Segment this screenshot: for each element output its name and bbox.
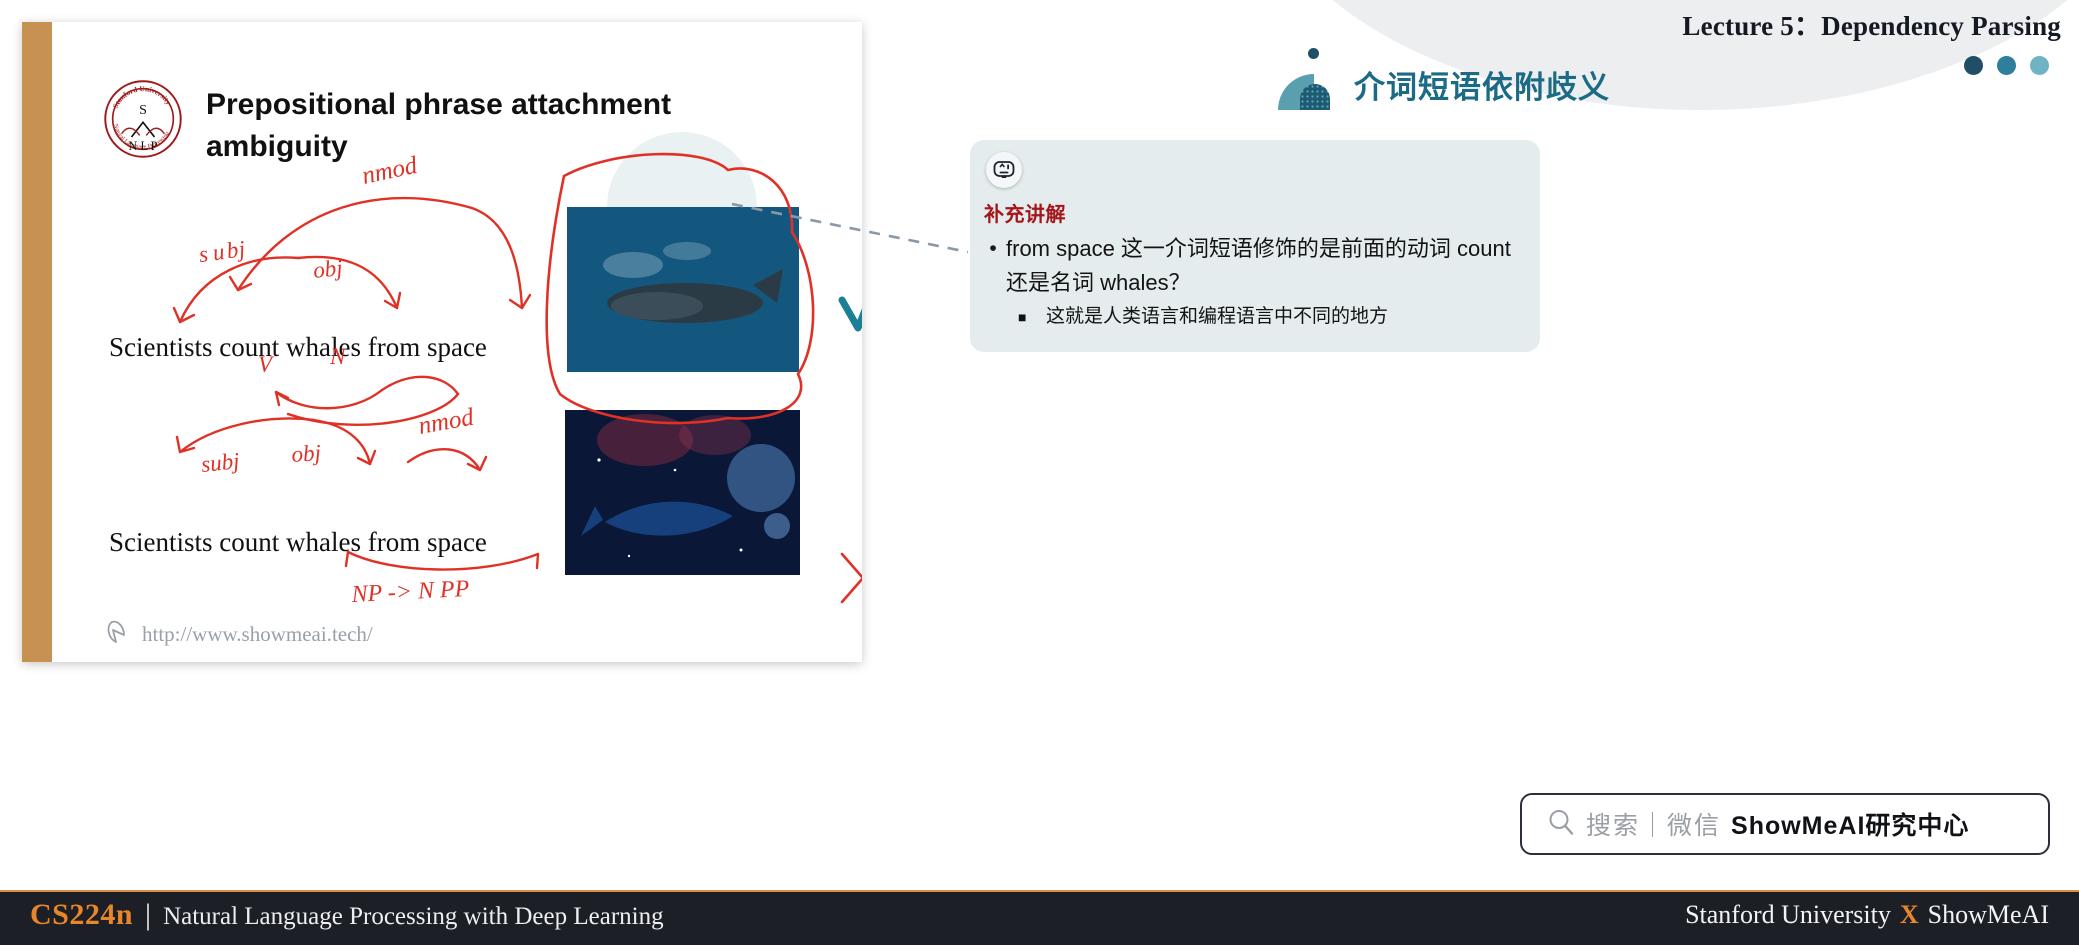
footer-left: CS224n | Natural Language Processing wit…: [30, 898, 664, 932]
slide-container: Stanford University Natural Language Pro…: [22, 22, 862, 662]
svg-text:NP -> N PP: NP -> N PP: [350, 576, 470, 608]
cursor-icon: [104, 618, 134, 653]
space-whale-photo: [565, 410, 800, 575]
section-mark-decoration: [1278, 62, 1330, 110]
callout-bullet-item: • from space 这一介词短语修饰的是前面的动词 count 还是名词 …: [980, 232, 1528, 300]
subbullet-text: 这就是人类语言和编程语言中不同的地方: [1046, 306, 1389, 327]
slide-title: Prepositional phrase attachment ambiguit…: [206, 88, 672, 163]
bullet-marker: •: [989, 237, 997, 260]
showmeai-url[interactable]: http://www.showmeai.tech/: [142, 622, 373, 647]
stanford-nlp-logo: Stanford University Natural Language Pro…: [102, 78, 184, 160]
explanation-callout: 补充讲解 • from space 这一介词短语修饰的是前面的动词 count …: [970, 140, 1540, 352]
header-dot-2: [1997, 56, 2016, 75]
header-dot-1: [1964, 56, 1983, 75]
whale-ocean-photo: [567, 207, 799, 372]
footer-brand: ShowMeAI: [1927, 900, 2049, 929]
footer-accent-rule: [0, 890, 2079, 892]
footer-course-code: CS224n: [30, 898, 134, 931]
svg-text:N L P: N L P: [129, 139, 158, 153]
footer-university: Stanford University: [1685, 900, 1891, 929]
section-accent-dot: [1308, 48, 1319, 59]
svg-text:S: S: [139, 103, 147, 118]
svg-text:subj: subj: [200, 448, 241, 477]
search-icon: [1546, 807, 1576, 842]
svg-text:obj: obj: [291, 440, 322, 467]
header-dot-3: [2030, 56, 2049, 75]
lecture-title: Lecture 5：Dependency Parsing: [1682, 11, 2061, 41]
slide-left-stripe: [22, 22, 52, 662]
svg-text:nmod: nmod: [416, 404, 476, 440]
search-bar[interactable]: 搜索｜微信 ShowMeAI研究中心: [1520, 793, 2050, 855]
footer-divider: |: [145, 898, 152, 931]
example-sentence-2: Scientists count whales from space: [109, 527, 487, 557]
footer-bar: CS224n | Natural Language Processing wit…: [0, 890, 2079, 945]
search-placeholder: 搜索｜微信: [1586, 812, 1722, 840]
footer-right: Stanford University X ShowMeAI: [1685, 900, 2049, 930]
section-title: 介词短语依附歧义: [1354, 70, 1610, 105]
callout-subbullet-item: ■ 这就是人类语言和编程语言中不同的地方: [1018, 302, 1528, 332]
svg-text:obj: obj: [312, 255, 344, 283]
subbullet-marker: ■: [1018, 309, 1027, 325]
bullet-text: from space 这一介词短语修饰的是前面的动词 count 还是名词 wh…: [1006, 236, 1511, 295]
header-dot-group: [1964, 56, 2049, 75]
footer-x-mark: X: [1899, 900, 1919, 929]
footer-course-name: Natural Language Processing with Deep Le…: [163, 903, 664, 930]
ai-robot-icon: [986, 152, 1022, 188]
slide-content: Stanford University Natural Language Pro…: [52, 22, 862, 662]
example-sentence-1: Scientists count whales from space: [109, 332, 487, 362]
svg-text:subj: subj: [197, 236, 246, 267]
callout-heading: 补充讲解: [984, 204, 1066, 226]
search-brand: ShowMeAI研究中心: [1731, 812, 1970, 840]
